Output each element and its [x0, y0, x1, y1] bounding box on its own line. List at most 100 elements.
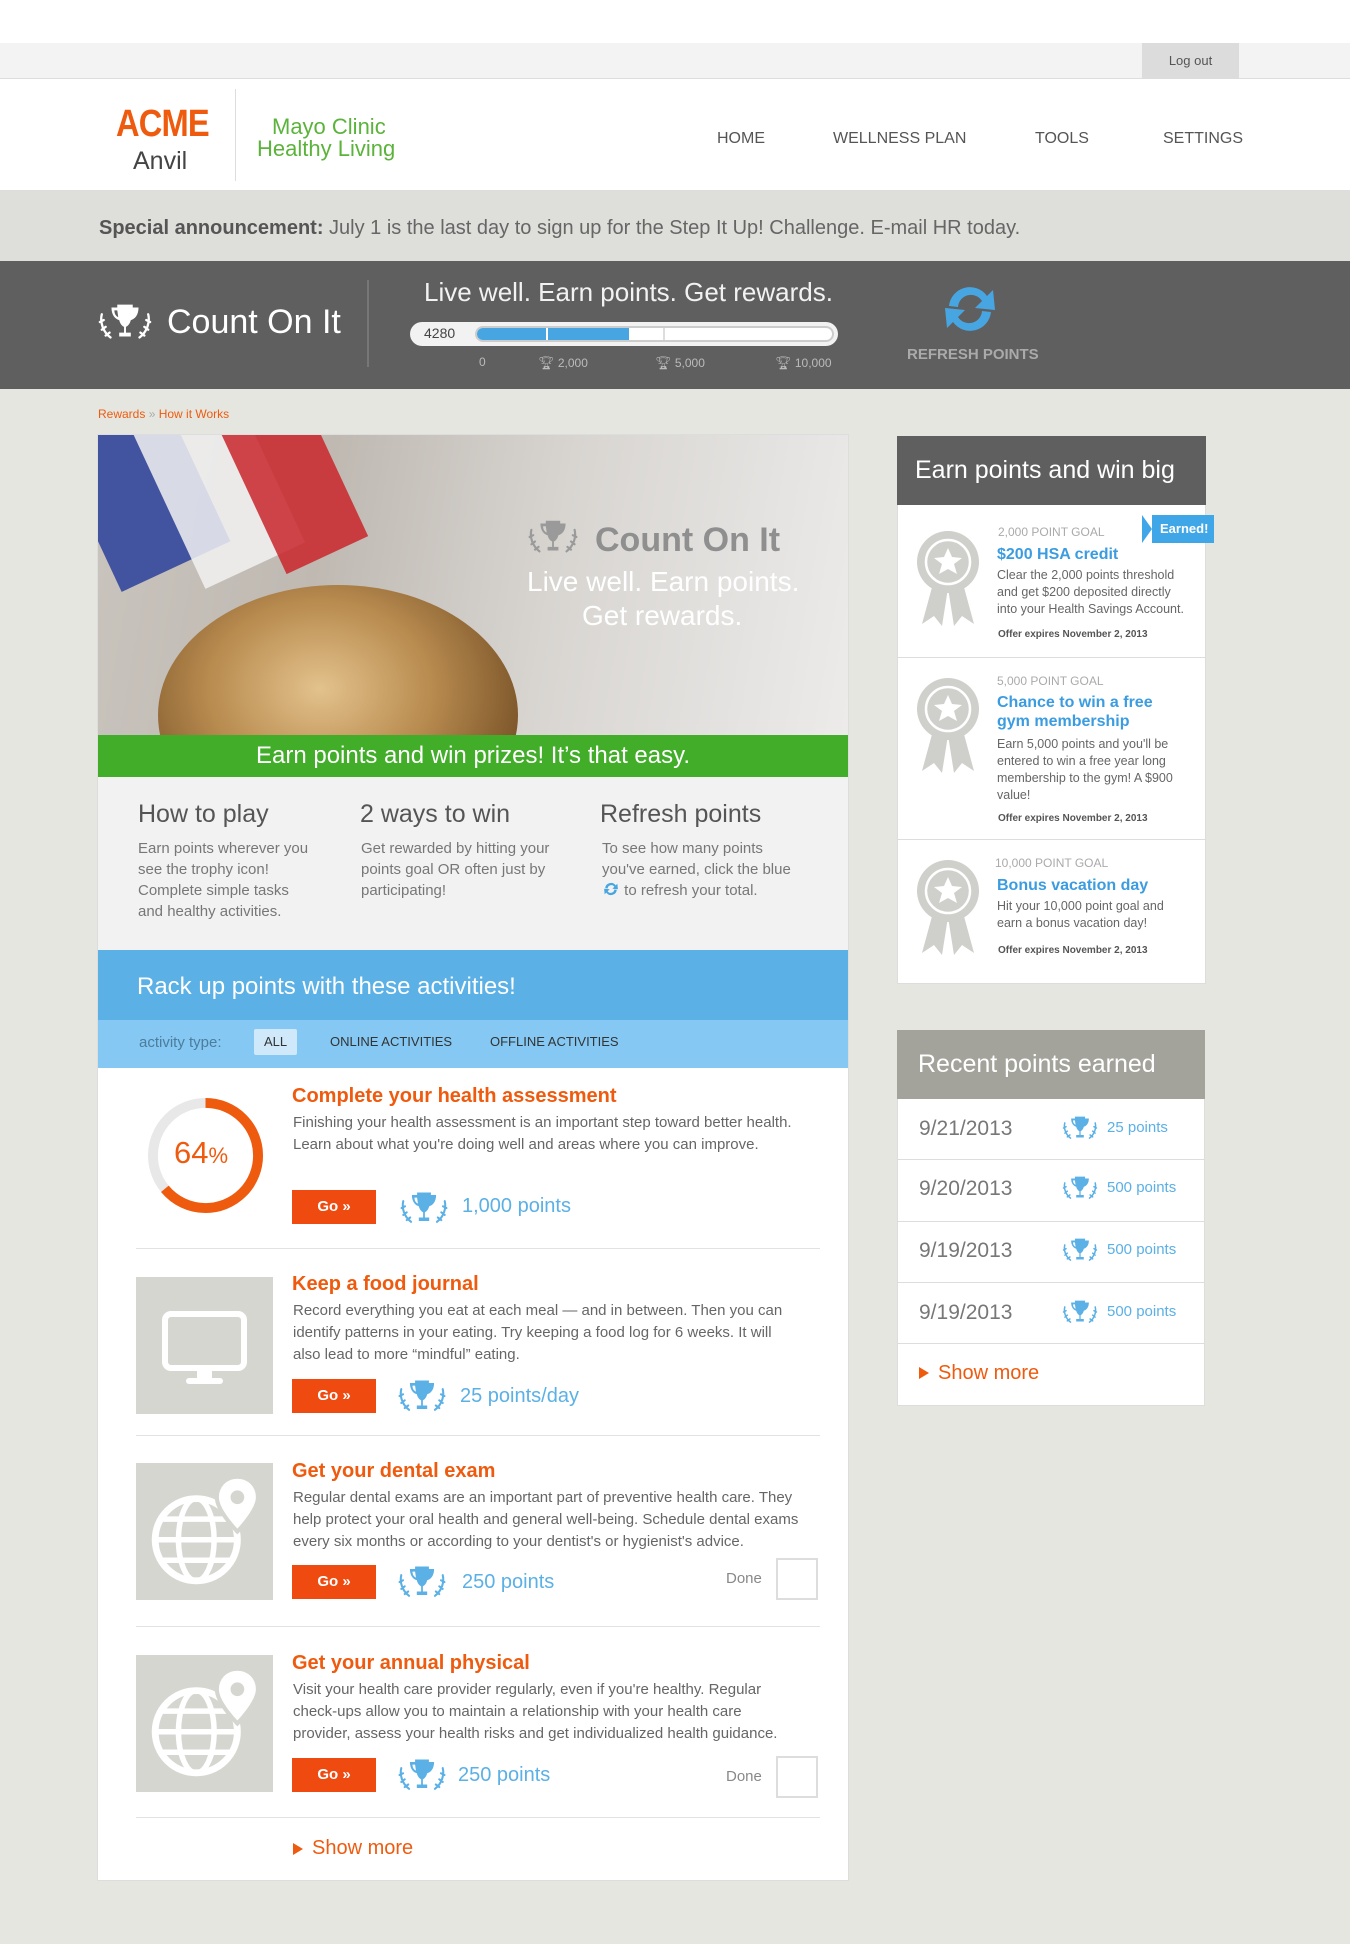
filter-online[interactable]: ONLINE ACTIVITIES	[320, 1029, 462, 1055]
ways-to-win-text: Get rewarded by hitting your points goal …	[361, 838, 549, 901]
globe-pin-icon	[136, 1463, 273, 1600]
recent-separator	[898, 1343, 1205, 1344]
how-text-line: to refresh your total.	[624, 882, 758, 899]
go-button[interactable]: Go »	[292, 1758, 376, 1792]
how-text-line: participating!	[361, 882, 447, 899]
activities-show-more[interactable]: Show more	[312, 1837, 413, 1860]
filter-label: activity type:	[139, 1034, 222, 1051]
goal-description: Hit your 10,000 point goal and earn a bon…	[997, 898, 1164, 932]
how-to-play-text: Earn points wherever you see the trophy i…	[138, 838, 308, 922]
how-text-line: and healthy activities.	[138, 903, 282, 920]
monitor-icon	[162, 1311, 247, 1384]
hero-banner: Earn points and win prizes! It’s that ea…	[98, 735, 848, 777]
goal-expiry: Offer expires November 2, 2013	[998, 813, 1148, 824]
goal-expiry: Offer expires November 2, 2013	[998, 945, 1148, 956]
trophy-icon	[396, 1563, 448, 1601]
award-ribbon-icon	[912, 528, 984, 628]
top-margin	[0, 0, 1350, 43]
progress-value: 64	[174, 1135, 209, 1170]
breadcrumb-rewards[interactable]: Rewards	[98, 407, 145, 421]
trophy-icon	[1061, 1236, 1099, 1264]
tick-5000: 🏆︎ 5,000	[655, 355, 705, 371]
filter-all[interactable]: ALL	[254, 1029, 298, 1055]
goal-title[interactable]: Chance to win a free gym membership	[997, 693, 1153, 731]
announcement-message: July 1 is the last day to sign up for th…	[323, 217, 1021, 239]
tick-2000: 🏆︎ 2,000	[538, 355, 588, 371]
activity-title[interactable]: Get your dental exam	[292, 1460, 495, 1483]
goal-desc-line: into your Health Savings Account.	[997, 602, 1184, 616]
nav-wellness-plan[interactable]: WELLNESS PLAN	[833, 130, 966, 148]
award-ribbon-icon	[912, 675, 984, 775]
goal-desc-line: earn a bonus vacation day!	[997, 916, 1148, 930]
refresh-icon[interactable]	[939, 280, 1001, 338]
desc-line: Finishing your health assessment is an i…	[293, 1114, 792, 1131]
earned-badge: Earned!	[1142, 515, 1214, 543]
activity-separator	[136, 1817, 820, 1818]
goal-title[interactable]: Bonus vacation day	[997, 876, 1148, 895]
recent-separator	[898, 1282, 1205, 1283]
desc-line: every six months or according to your de…	[293, 1533, 744, 1550]
go-button[interactable]: Go »	[292, 1379, 376, 1413]
go-button[interactable]: Go »	[292, 1565, 376, 1599]
go-button[interactable]: Go »	[292, 1190, 376, 1224]
desc-line: help protect your oral health and genera…	[293, 1511, 799, 1528]
goal-description: Earn 5,000 points and you'll be entered t…	[997, 736, 1173, 804]
hero-tagline-1: Live well. Earn points.	[527, 566, 800, 597]
activity-separator	[136, 1626, 820, 1627]
goal-label: 10,000 POINT GOAL	[995, 856, 1109, 870]
activity-description: Finishing your health assessment is an i…	[293, 1112, 813, 1156]
tick-value: 5,000	[674, 356, 705, 370]
how-to-play-heading: How to play	[138, 800, 269, 828]
logout-button[interactable]: Log out	[1142, 43, 1239, 79]
trophy-icon	[96, 300, 154, 344]
refresh-icon	[604, 882, 618, 896]
filter-offline[interactable]: OFFLINE ACTIVITIES	[480, 1029, 629, 1055]
breadcrumb-separator: »	[145, 407, 159, 421]
activity-description: Visit your health care provider regularl…	[293, 1679, 813, 1745]
tick-10000: 🏆︎ 10,000	[775, 355, 832, 371]
trophy-icon	[1061, 1298, 1099, 1326]
hero-tagline-2: Get rewards.	[582, 600, 743, 631]
program-title: Count On It	[167, 303, 341, 341]
goal-desc-line: value!	[997, 788, 1031, 802]
recent-separator	[898, 1221, 1205, 1222]
how-text-line-with-icon: to refresh your total.	[602, 880, 791, 901]
activity-title[interactable]: Keep a food journal	[292, 1273, 479, 1296]
logo-anvil: Anvil	[133, 147, 188, 175]
logo-acme[interactable]: ACME	[116, 103, 210, 146]
nav-tools[interactable]: TOOLS	[1035, 130, 1089, 148]
goal-desc-line: entered to win a free year long	[997, 754, 1166, 768]
progress-unit: %	[208, 1143, 229, 1168]
tick-value: 2,000	[557, 356, 588, 370]
trophy-icon	[398, 1189, 450, 1227]
how-text-line: To see how many points	[602, 840, 763, 857]
nav-settings[interactable]: SETTINGS	[1163, 130, 1243, 148]
how-text-line: points goal OR often just by	[361, 861, 546, 878]
activity-description: Regular dental exams are an important pa…	[293, 1487, 813, 1553]
refresh-points-button[interactable]: REFRESH POINTS	[907, 346, 1039, 363]
goal-title[interactable]: $200 HSA credit	[997, 545, 1118, 564]
done-label: Done	[726, 1768, 762, 1785]
goal-separator	[898, 657, 1205, 658]
ways-to-win-heading: 2 ways to win	[360, 800, 511, 828]
recent-points: 500 points	[1107, 1241, 1177, 1258]
done-checkbox[interactable]	[776, 1558, 818, 1600]
breadcrumb-how-it-works[interactable]: How it Works	[159, 407, 229, 421]
activity-title[interactable]: Get your annual physical	[292, 1652, 530, 1675]
activity-points: 25 points/day	[460, 1385, 579, 1407]
earned-badge-notch	[1142, 515, 1152, 543]
tick-0: 0	[479, 355, 486, 369]
how-text-line: see the trophy icon!	[138, 861, 269, 878]
how-text-line: Get rewarded by hitting your	[361, 840, 550, 857]
activity-title[interactable]: Complete your health assessment	[292, 1085, 617, 1108]
how-text-line: Complete simple tasks	[138, 882, 289, 899]
recent-date: 9/19/2013	[919, 1301, 1013, 1324]
activity-separator	[136, 1435, 820, 1436]
refresh-points-text: To see how many points you've earned, cli…	[602, 838, 791, 901]
goal-desc-line: Clear the 2,000 points threshold	[997, 568, 1175, 582]
brand-line-2: Healthy Living	[257, 136, 396, 161]
done-checkbox[interactable]	[776, 1756, 818, 1798]
recent-show-more[interactable]: Show more	[938, 1362, 1039, 1385]
goal-desc-line: Earn 5,000 points and you'll be	[997, 737, 1169, 751]
nav-home[interactable]: HOME	[717, 130, 765, 148]
